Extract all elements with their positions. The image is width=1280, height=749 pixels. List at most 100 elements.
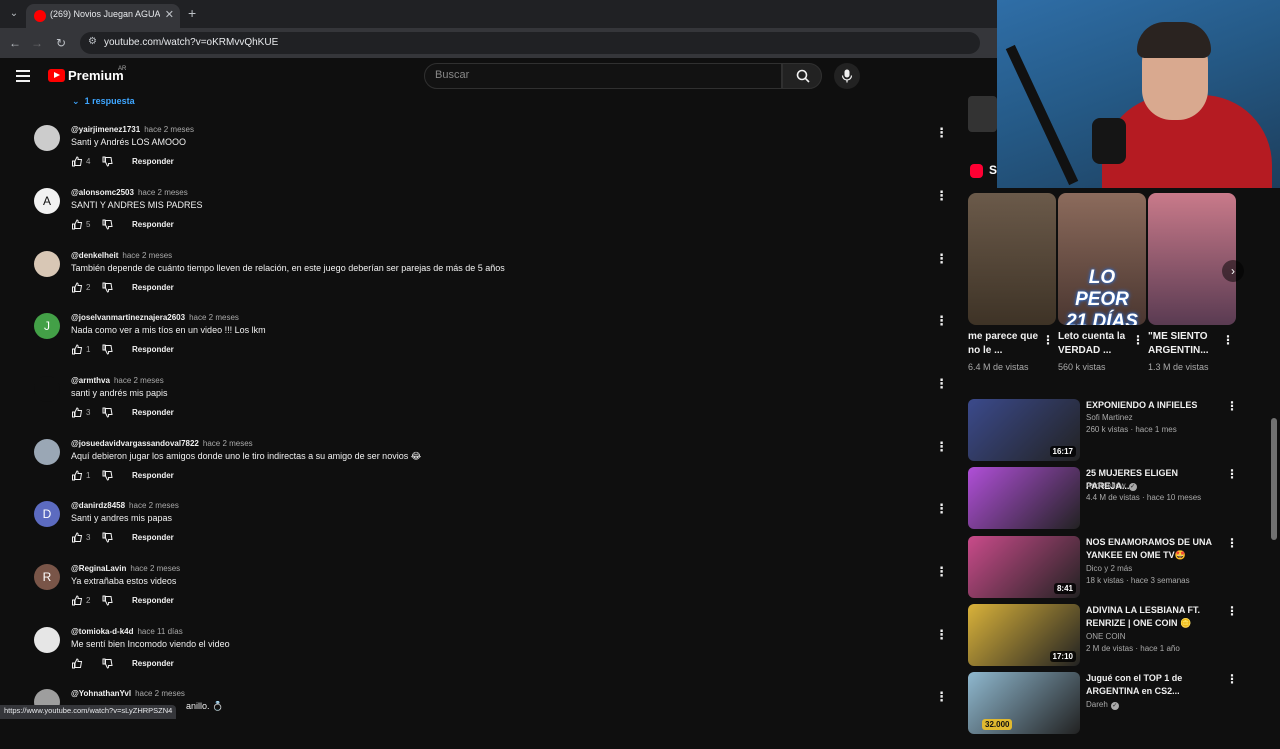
more-options-icon[interactable]: ⋮ xyxy=(1226,467,1238,481)
channel-name[interactable]: ONE COIN xyxy=(1086,632,1126,641)
dislike-icon[interactable] xyxy=(102,344,113,355)
url-text[interactable]: youtube.com/watch?v=oKRMvvQhKUE xyxy=(104,37,278,48)
video-title[interactable]: NOS ENAMORAMOS DE UNA YANKEE EN OME TV🤩 xyxy=(1086,536,1214,562)
avatar[interactable]: A xyxy=(34,188,60,214)
more-options-icon[interactable]: ⋮ xyxy=(935,627,948,643)
like-icon[interactable] xyxy=(71,344,83,355)
short-item[interactable]: me parece que no le ... 6.4 M de vistas ⋮ xyxy=(968,193,1056,372)
reply-button[interactable]: Responder xyxy=(132,471,174,480)
author-name[interactable]: @joselvanmartineznajera2603 xyxy=(71,313,185,322)
dislike-icon[interactable] xyxy=(102,156,113,167)
reply-button[interactable]: Responder xyxy=(132,659,174,668)
short-thumbnail[interactable]: LO PEOR 21 DÍAS xyxy=(1058,193,1146,325)
like-icon[interactable] xyxy=(71,219,83,230)
channel-name[interactable]: Sofi Martinez xyxy=(1086,413,1133,422)
short-title[interactable]: "ME SIENTO ARGENTIN... xyxy=(1148,330,1222,358)
like-icon[interactable] xyxy=(71,595,83,606)
video-thumbnail[interactable] xyxy=(968,467,1080,529)
short-item[interactable]: LO PEOR 21 DÍAS Leto cuenta la VERDAD ...… xyxy=(1058,193,1146,372)
reply-button[interactable]: Responder xyxy=(132,596,174,605)
channel-label[interactable]: Dareh xyxy=(1086,700,1108,709)
short-title[interactable]: Leto cuenta la VERDAD ... xyxy=(1058,330,1132,358)
dislike-icon[interactable] xyxy=(102,282,113,293)
video-thumbnail[interactable]: 17:10 xyxy=(968,604,1080,666)
dislike-icon[interactable] xyxy=(102,532,113,543)
channel-label[interactable]: Dico y 2 más xyxy=(1086,564,1132,573)
video-thumbnail[interactable]: 8:41 xyxy=(968,536,1080,598)
dislike-icon[interactable] xyxy=(102,658,113,669)
author-name[interactable]: @yairjimenez1731 xyxy=(71,125,140,134)
voice-search-button[interactable] xyxy=(834,63,860,89)
site-info-icon[interactable]: ⚙ xyxy=(88,36,97,47)
reply-button[interactable]: Responder xyxy=(132,345,174,354)
comment-author[interactable]: @danirdz8458 hace 2 meses xyxy=(71,501,179,510)
like-icon[interactable] xyxy=(71,658,83,669)
forward-icon[interactable]: → xyxy=(28,34,46,52)
more-options-icon[interactable]: ⋮ xyxy=(935,251,948,267)
menu-icon[interactable] xyxy=(16,70,30,82)
channel-label[interactable]: Andresitow xyxy=(1086,481,1126,490)
like-icon[interactable] xyxy=(71,282,83,293)
avatar[interactable]: J xyxy=(34,313,60,339)
dislike-icon[interactable] xyxy=(102,595,113,606)
channel-name[interactable]: Dico y 2 más xyxy=(1086,564,1132,573)
comment-author[interactable]: @ReginaLavin hace 2 meses xyxy=(71,564,180,573)
comment-author[interactable]: @josuedavidvargassandoval7822 hace 2 mese… xyxy=(71,439,253,448)
replies-toggle[interactable]: ⌄ 1 respuesta xyxy=(72,96,135,107)
avatar[interactable]: R xyxy=(34,564,60,590)
author-name[interactable]: @denkelheit xyxy=(71,251,118,260)
more-options-icon[interactable]: ⋮ xyxy=(935,439,948,455)
avatar[interactable] xyxy=(34,439,60,465)
like-icon[interactable] xyxy=(71,156,83,167)
author-name[interactable]: @armthva xyxy=(71,376,110,385)
avatar[interactable] xyxy=(34,125,60,151)
more-options-icon[interactable]: ⋮ xyxy=(1042,333,1054,347)
author-name[interactable]: @josuedavidvargassandoval7822 xyxy=(71,439,199,448)
recommendation-item[interactable]: 32.000 Jugué con el TOP 1 de ARGENTINA en… xyxy=(968,672,1238,734)
reply-button[interactable]: Responder xyxy=(132,220,174,229)
comment-author[interactable]: @denkelheit hace 2 meses xyxy=(71,251,172,260)
like-icon[interactable] xyxy=(71,407,83,418)
like-icon[interactable] xyxy=(71,470,83,481)
more-options-icon[interactable]: ⋮ xyxy=(1226,536,1238,550)
reply-button[interactable]: Responder xyxy=(132,408,174,417)
more-options-icon[interactable]: ⋮ xyxy=(1226,604,1238,618)
avatar[interactable] xyxy=(34,627,60,653)
short-thumbnail[interactable] xyxy=(968,193,1056,325)
reload-icon[interactable]: ↻ xyxy=(52,34,70,52)
author-name[interactable]: @ReginaLavin xyxy=(71,564,126,573)
video-thumbnail[interactable]: 16:17 xyxy=(968,399,1080,461)
recommendation-item[interactable]: 17:10 ADIVINA LA LESBIANA FT. RENRIZE | O… xyxy=(968,604,1238,666)
video-title[interactable]: EXPONIENDO A INFIELES xyxy=(1086,399,1214,412)
dislike-icon[interactable] xyxy=(102,219,113,230)
more-options-icon[interactable]: ⋮ xyxy=(935,376,948,392)
video-title[interactable]: Jugué con el TOP 1 de ARGENTINA en CS2..… xyxy=(1086,672,1214,698)
search-button[interactable] xyxy=(782,63,822,89)
scrollbar[interactable] xyxy=(1271,418,1277,540)
video-thumbnail[interactable]: 32.000 xyxy=(968,672,1080,734)
previous-video-thumbnail[interactable] xyxy=(968,96,997,132)
short-title[interactable]: me parece que no le ... xyxy=(968,330,1042,358)
youtube-logo-icon[interactable] xyxy=(48,69,65,82)
author-name[interactable]: @danirdz8458 xyxy=(71,501,125,510)
comment-author[interactable]: @tomioka-d-k4d hace 11 días xyxy=(71,627,183,636)
author-name[interactable]: @tomioka-d-k4d xyxy=(71,627,133,636)
search-input[interactable] xyxy=(435,69,765,81)
author-name[interactable]: @alonsomc2503 xyxy=(71,188,134,197)
channel-label[interactable]: ONE COIN xyxy=(1086,632,1126,641)
more-options-icon[interactable]: ⋮ xyxy=(1226,672,1238,686)
short-item[interactable]: "ME SIENTO ARGENTIN... 1.3 M de vistas ⋮ xyxy=(1148,193,1236,372)
more-options-icon[interactable]: ⋮ xyxy=(935,689,948,705)
avatar[interactable]: D xyxy=(34,501,60,527)
next-arrow-icon[interactable]: › xyxy=(1222,260,1244,282)
recommendation-item[interactable]: 25 MUJERES ELIGEN PAREJA... Andresitow ✓ 4.… xyxy=(968,467,1238,529)
channel-label[interactable]: Sofi Martinez xyxy=(1086,413,1133,422)
reply-button[interactable]: Responder xyxy=(132,533,174,542)
channel-name[interactable]: Dareh ✓ xyxy=(1086,700,1119,710)
comment-author[interactable]: @armthva hace 2 meses xyxy=(71,376,164,385)
reply-button[interactable]: Responder xyxy=(132,157,174,166)
reply-button[interactable]: Responder xyxy=(132,283,174,292)
avatar[interactable] xyxy=(34,251,60,277)
more-options-icon[interactable]: ⋮ xyxy=(1226,399,1238,413)
short-thumbnail[interactable] xyxy=(1148,193,1236,325)
